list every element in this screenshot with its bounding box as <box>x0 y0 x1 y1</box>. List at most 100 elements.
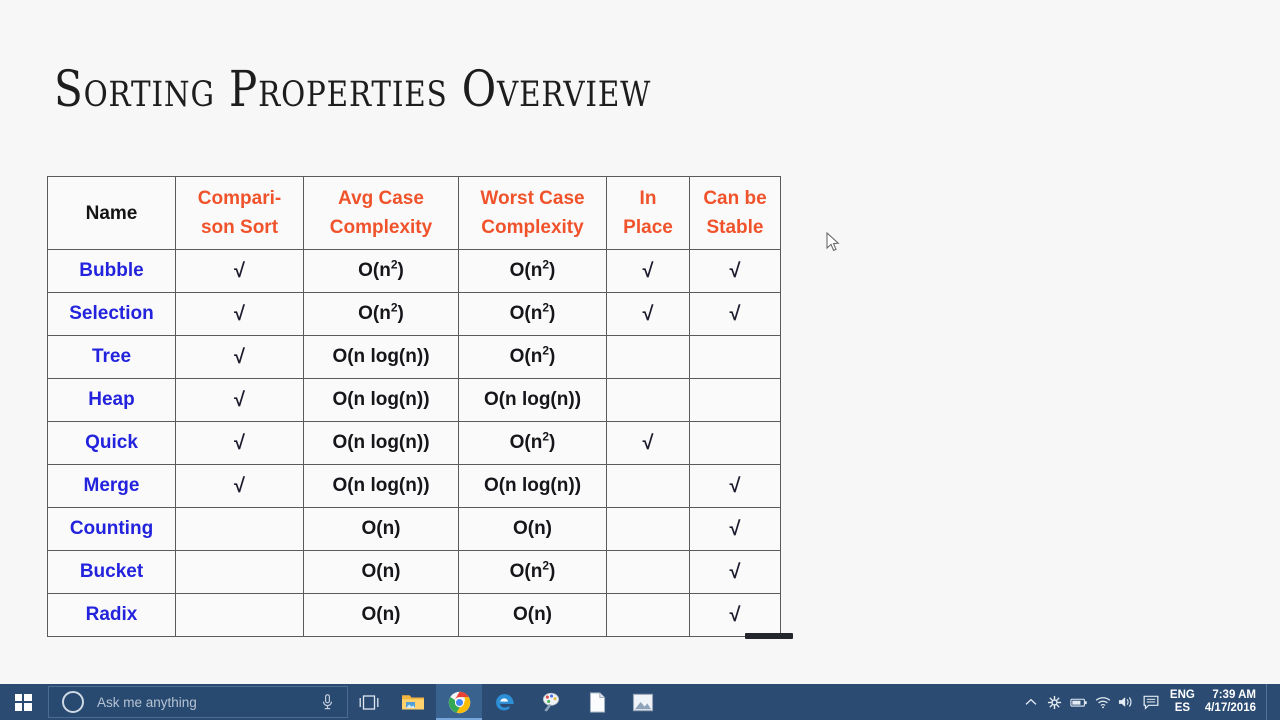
cell-worst-case-complexity: O(n2) <box>458 421 607 465</box>
cell-can-be-stable: √ <box>689 464 781 508</box>
column-header-can-be-stable-line2: Stable <box>706 217 764 238</box>
taskbar-app-paint[interactable] <box>528 684 574 720</box>
mouse-pointer-icon <box>826 232 840 252</box>
clock-date: 4/17/2016 <box>1204 702 1256 714</box>
system-tray: ENG ES 7:39 AM 4/17/2016 <box>1019 684 1280 720</box>
language-indicator[interactable]: ENG ES <box>1163 689 1202 715</box>
cell-comparison-sort <box>175 593 304 637</box>
task-view-icon <box>359 694 379 710</box>
cell-in-place <box>606 378 690 422</box>
column-header-in-place-line1: In <box>639 188 657 209</box>
cell-in-place <box>606 550 690 594</box>
microphone-icon[interactable] <box>322 694 333 710</box>
cell-can-be-stable <box>689 421 781 465</box>
cell-in-place <box>606 507 690 551</box>
cell-algorithm-name: Selection <box>47 292 176 336</box>
cell-in-place <box>606 335 690 379</box>
cell-algorithm-name: Quick <box>47 421 176 465</box>
desktop-screen: Sorting Properties Overview Name Compari… <box>0 0 1280 720</box>
cell-comparison-sort: √ <box>175 464 304 508</box>
table-header-row: Name Compari- son Sort Avg Case Complexi… <box>47 176 781 250</box>
cell-comparison-sort <box>175 507 304 551</box>
windows-taskbar: Ask me anything ENG ES 7:39 AM 4/17/2016 <box>0 684 1280 720</box>
task-view-button[interactable] <box>348 684 390 720</box>
table-row: Bubble √ O(n2) O(n2) √ √ <box>47 249 781 293</box>
column-header-avg-case-line1: Avg Case <box>338 188 424 209</box>
cell-avg-case-complexity: O(n log(n)) <box>303 335 459 379</box>
wifi-icon[interactable] <box>1091 684 1115 720</box>
cell-avg-case-complexity: O(n2) <box>303 249 459 293</box>
cell-can-be-stable: √ <box>689 249 781 293</box>
taskbar-app-chrome[interactable] <box>436 684 482 720</box>
search-placeholder-text: Ask me anything <box>97 694 197 710</box>
cell-can-be-stable: √ <box>689 550 781 594</box>
clock[interactable]: 7:39 AM 4/17/2016 <box>1202 689 1266 715</box>
cell-comparison-sort: √ <box>175 249 304 293</box>
photos-icon <box>632 693 654 711</box>
notifications-icon[interactable] <box>1139 684 1163 720</box>
start-button[interactable] <box>0 684 46 720</box>
search-input[interactable]: Ask me anything <box>48 686 348 718</box>
cell-algorithm-name: Merge <box>47 464 176 508</box>
column-header-name-line1: Name <box>85 202 138 224</box>
taskbar-app-photos[interactable] <box>620 684 666 720</box>
paint-palette-icon <box>542 692 560 712</box>
cell-worst-case-complexity: O(n2) <box>458 335 607 379</box>
cell-comparison-sort: √ <box>175 292 304 336</box>
cell-worst-case-complexity: O(n log(n)) <box>458 378 607 422</box>
cell-avg-case-complexity: O(n) <box>303 593 459 637</box>
column-header-in-place: In Place <box>606 176 690 250</box>
taskbar-app-document[interactable] <box>574 684 620 720</box>
cell-in-place: √ <box>606 421 690 465</box>
cell-algorithm-name: Counting <box>47 507 176 551</box>
slide-progress-bar <box>745 633 793 639</box>
cell-algorithm-name: Heap <box>47 378 176 422</box>
show-desktop-button[interactable] <box>1266 684 1274 720</box>
cell-worst-case-complexity: O(n2) <box>458 292 607 336</box>
taskbar-app-edge[interactable] <box>482 684 528 720</box>
cell-algorithm-name: Bubble <box>47 249 176 293</box>
table-row: Radix O(n) O(n) √ <box>47 593 781 637</box>
table-row: Heap √ O(n log(n)) O(n log(n)) <box>47 378 781 422</box>
column-header-can-be-stable: Can be Stable <box>689 176 781 250</box>
cell-algorithm-name: Tree <box>47 335 176 379</box>
cell-avg-case-complexity: O(n2) <box>303 292 459 336</box>
taskbar-app-file-explorer[interactable] <box>390 684 436 720</box>
table-header: Name Compari- son Sort Avg Case Complexi… <box>47 176 781 250</box>
column-header-worst-case-complexity: Worst Case Complexity <box>458 176 607 250</box>
cell-can-be-stable: √ <box>689 593 781 637</box>
language-line1: ENG <box>1169 689 1195 701</box>
cell-comparison-sort: √ <box>175 421 304 465</box>
table-row: Tree √ O(n log(n)) O(n2) <box>47 335 781 379</box>
cell-worst-case-complexity: O(n) <box>458 593 607 637</box>
language-line2: ES <box>1174 702 1191 714</box>
cell-worst-case-complexity: O(n2) <box>458 249 607 293</box>
battery-icon[interactable] <box>1067 684 1091 720</box>
cell-can-be-stable <box>689 378 781 422</box>
cell-in-place <box>606 593 690 637</box>
chevron-up-icon[interactable] <box>1019 684 1043 720</box>
column-header-avg-case-complexity: Avg Case Complexity <box>303 176 459 250</box>
document-icon <box>589 691 605 713</box>
cell-avg-case-complexity: O(n log(n)) <box>303 464 459 508</box>
cell-avg-case-complexity: O(n log(n)) <box>303 421 459 465</box>
cell-avg-case-complexity: O(n log(n)) <box>303 378 459 422</box>
cell-worst-case-complexity: O(n) <box>458 507 607 551</box>
slide-content-area: Sorting Properties Overview Name Compari… <box>0 0 1280 684</box>
column-header-comparison-sort-line2: son Sort <box>200 217 279 238</box>
settings-gear-icon[interactable] <box>1043 684 1067 720</box>
sorting-properties-table: Name Compari- son Sort Avg Case Complexi… <box>47 176 781 637</box>
column-header-can-be-stable-line1: Can be <box>703 188 767 209</box>
clock-time: 7:39 AM <box>1212 689 1256 701</box>
cell-worst-case-complexity: O(n log(n)) <box>458 464 607 508</box>
table-row: Selection √ O(n2) O(n2) √ √ <box>47 292 781 336</box>
table-row: Quick √ O(n log(n)) O(n2) √ <box>47 421 781 465</box>
volume-icon[interactable] <box>1115 684 1139 720</box>
column-header-in-place-line2: Place <box>623 217 673 238</box>
chrome-icon <box>448 691 470 713</box>
cell-avg-case-complexity: O(n) <box>303 550 459 594</box>
cell-comparison-sort: √ <box>175 378 304 422</box>
table-row: Counting O(n) O(n) √ <box>47 507 781 551</box>
cell-can-be-stable: √ <box>689 292 781 336</box>
windows-logo-icon <box>14 693 32 711</box>
